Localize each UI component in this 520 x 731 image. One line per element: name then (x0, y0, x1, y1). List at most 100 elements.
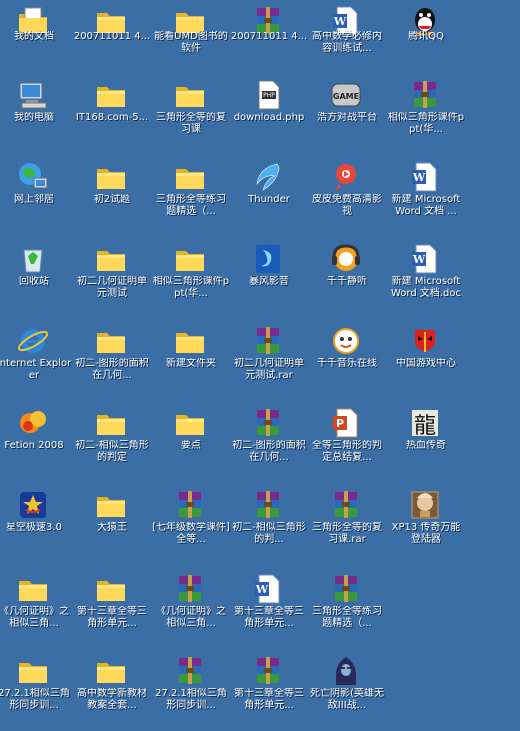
desktop-icon[interactable]: 星空极速3.0 (0, 482, 73, 564)
ppt-icon: P (329, 406, 363, 440)
desktop[interactable]: 我的文档 200711011 4... 能看UMD图书的软件 200711011 4.… (0, 0, 520, 731)
desktop-icon[interactable]: 《几何证明》之相似三角... (152, 566, 230, 648)
desktop-icon[interactable]: 27.2.1相似三角形同步训... (152, 648, 230, 730)
desktop-icon[interactable]: 我的文档 (0, 0, 73, 82)
rar-icon (251, 488, 285, 522)
desktop-icon[interactable]: 三角形全等练习题精选（... (308, 566, 386, 648)
desktop-icon[interactable]: PHP download.php (230, 72, 308, 154)
svg-text:GAME: GAME (333, 92, 359, 101)
desktop-icon[interactable]: XP13 传奇万能登陆器 (387, 482, 465, 564)
desktop-icon-label: 新建 Microsoft Word 文档.doc (390, 276, 462, 299)
folder-icon (94, 160, 128, 194)
svg-text:W: W (412, 253, 426, 266)
desktop-icon[interactable]: 我的电脑 (0, 72, 73, 154)
desktop-icon-label: 三角形全等练习题精选（... (312, 606, 382, 629)
desktop-icon[interactable]: 第十三章全等三角形单元... (73, 566, 151, 648)
desktop-icon[interactable]: 三角形全等的复习课.rar (308, 482, 386, 564)
desktop-icon[interactable]: IT168.com-5... (73, 72, 151, 154)
desktop-icon[interactable]: GAME 浩方对战平台 (308, 72, 386, 154)
file-icon: PHP (251, 78, 285, 112)
fetion-icon (16, 406, 50, 440)
desktop-icon[interactable]: 回收站 (0, 236, 73, 318)
desktop-icon[interactable]: 《几何证明》之相似三角... (0, 566, 73, 648)
desktop-icon[interactable]: 三角形全等练习题精选（... (152, 154, 230, 236)
rar-icon (329, 572, 363, 606)
hero-icon (329, 654, 363, 688)
desktop-icon-label: 千千音乐在线 (317, 358, 377, 369)
rar-icon (329, 488, 363, 522)
desktop-icon[interactable]: 要点 (152, 400, 230, 482)
desktop-icon[interactable]: 第十三章全等三角形单元... (230, 648, 308, 730)
desktop-icon-label: 要点 (181, 440, 201, 451)
desktop-icon[interactable]: 中国游戏中心 (387, 318, 465, 400)
desktop-icon-label: 热血传奇 (406, 440, 446, 451)
desktop-icon[interactable]: 200711011 4... (230, 0, 308, 82)
desktop-icon[interactable]: 暴风影音 (230, 236, 308, 318)
desktop-icon-label: [七年级数学课件]全等... (152, 522, 230, 545)
desktop-icon-label: 初二几何证明单元测试 (77, 276, 147, 299)
ie-icon (16, 324, 50, 358)
desktop-icon[interactable]: 能看UMD图书的软件 (152, 0, 230, 82)
desktop-icon[interactable]: P 全等三角形的判定总结复... (308, 400, 386, 482)
desktop-icon-label: 腾讯QQ (408, 31, 444, 42)
desktop-icon[interactable]: 初二-图形的面积在几何... (230, 400, 308, 482)
desktop-icon-label: 200711011 4... (73, 31, 151, 42)
desktop-icon[interactable]: 200711011 4... (73, 0, 151, 82)
desktop-icon[interactable]: 初二几何证明单元测试 (73, 236, 151, 318)
dragon-icon: 龍 (408, 406, 442, 440)
desktop-icon[interactable]: 27.2.1相似三角形同步训... (0, 648, 73, 730)
desktop-icon[interactable]: [七年级数学课件]全等... (152, 482, 230, 564)
desktop-icon-label: 浩方对战平台 (317, 112, 377, 123)
desktop-icon[interactable]: Thunder (230, 154, 308, 236)
desktop-icon-label: 新建 Microsoft Word 文档 ... (391, 194, 461, 217)
desktop-icon[interactable]: 三角形全等的复习课 (152, 72, 230, 154)
desktop-icon[interactable]: 相似三角形课件ppt(华... (152, 236, 230, 318)
pipi-icon (329, 160, 363, 194)
word-icon: W (408, 242, 442, 276)
desktop-icon[interactable]: Internet Explorer (0, 318, 73, 400)
desktop-icon-label: 《几何证明》之相似三角... (156, 606, 226, 629)
desktop-icon[interactable]: W 高中数学必修内容训练试... (308, 0, 386, 82)
folder-icon (173, 324, 207, 358)
desktop-icon[interactable]: 相似三角形课件ppt(华... (387, 72, 465, 154)
desktop-icon[interactable]: 腾讯QQ (387, 0, 465, 82)
folder-icon (173, 160, 207, 194)
desktop-icon-label: 初2试题 (93, 194, 131, 205)
desktop-icon-label: 中国游戏中心 (396, 358, 456, 369)
desktop-icon-label: 第十三章全等三角形单元... (234, 688, 304, 711)
desktop-icon[interactable]: W 第十三章全等三角形单元... (230, 566, 308, 648)
desktop-icon-label: 网上邻居 (14, 194, 54, 205)
desktop-icon-label: 死亡阴影(英雄无敌III战... (310, 688, 384, 711)
desktop-icon[interactable]: 初二-相似三角形的判... (230, 482, 308, 564)
network-icon (16, 160, 50, 194)
rar-icon (251, 654, 285, 688)
desktop-icon[interactable]: 死亡阴影(英雄无敌III战... (308, 648, 386, 730)
rar-icon (173, 654, 207, 688)
desktop-icon[interactable]: 千千音乐在线 (308, 318, 386, 400)
desktop-icon[interactable]: 初二几何证明单元测试.rar (230, 318, 308, 400)
desktop-icon[interactable]: 新建文件夹 (152, 318, 230, 400)
desktop-icon-label: 高中数学必修内容训练试... (312, 31, 382, 54)
desktop-icon[interactable]: 大猿王 (73, 482, 151, 564)
desktop-icon-label: 初二-相似三角形的判定 (75, 440, 149, 463)
desktop-icon-label: 三角形全等练习题精选（... (156, 194, 226, 217)
desktop-icon[interactable]: 网上邻居 (0, 154, 73, 236)
folder-icon (94, 324, 128, 358)
folder-icon (173, 78, 207, 112)
folder-icon (94, 654, 128, 688)
desktop-icon-label: 27.2.1相似三角形同步训... (155, 688, 227, 711)
desktop-icon-label: 三角形全等的复习课 (156, 112, 226, 135)
desktop-icon[interactable]: Fetion 2008 (0, 400, 73, 482)
desktop-icon[interactable]: 初2试题 (73, 154, 151, 236)
desktop-icon[interactable]: 高中数学新教材教案全套... (73, 648, 151, 730)
desktop-icon-label: 200711011 4... (230, 31, 308, 42)
desktop-icon[interactable]: W 新建 Microsoft Word 文档.doc (387, 236, 465, 318)
desktop-icon[interactable]: 初二-相似三角形的判定 (73, 400, 151, 482)
folder-icon (94, 242, 128, 276)
desktop-icon[interactable]: 皮皮免费高清影视 (308, 154, 386, 236)
desktop-icon-label: Thunder (248, 194, 290, 205)
desktop-icon[interactable]: 千千静听 (308, 236, 386, 318)
desktop-icon[interactable]: 龍热血传奇 (387, 400, 465, 482)
desktop-icon[interactable]: 初二-图形的面积在几何... (73, 318, 151, 400)
desktop-icon[interactable]: W 新建 Microsoft Word 文档 ... (387, 154, 465, 236)
